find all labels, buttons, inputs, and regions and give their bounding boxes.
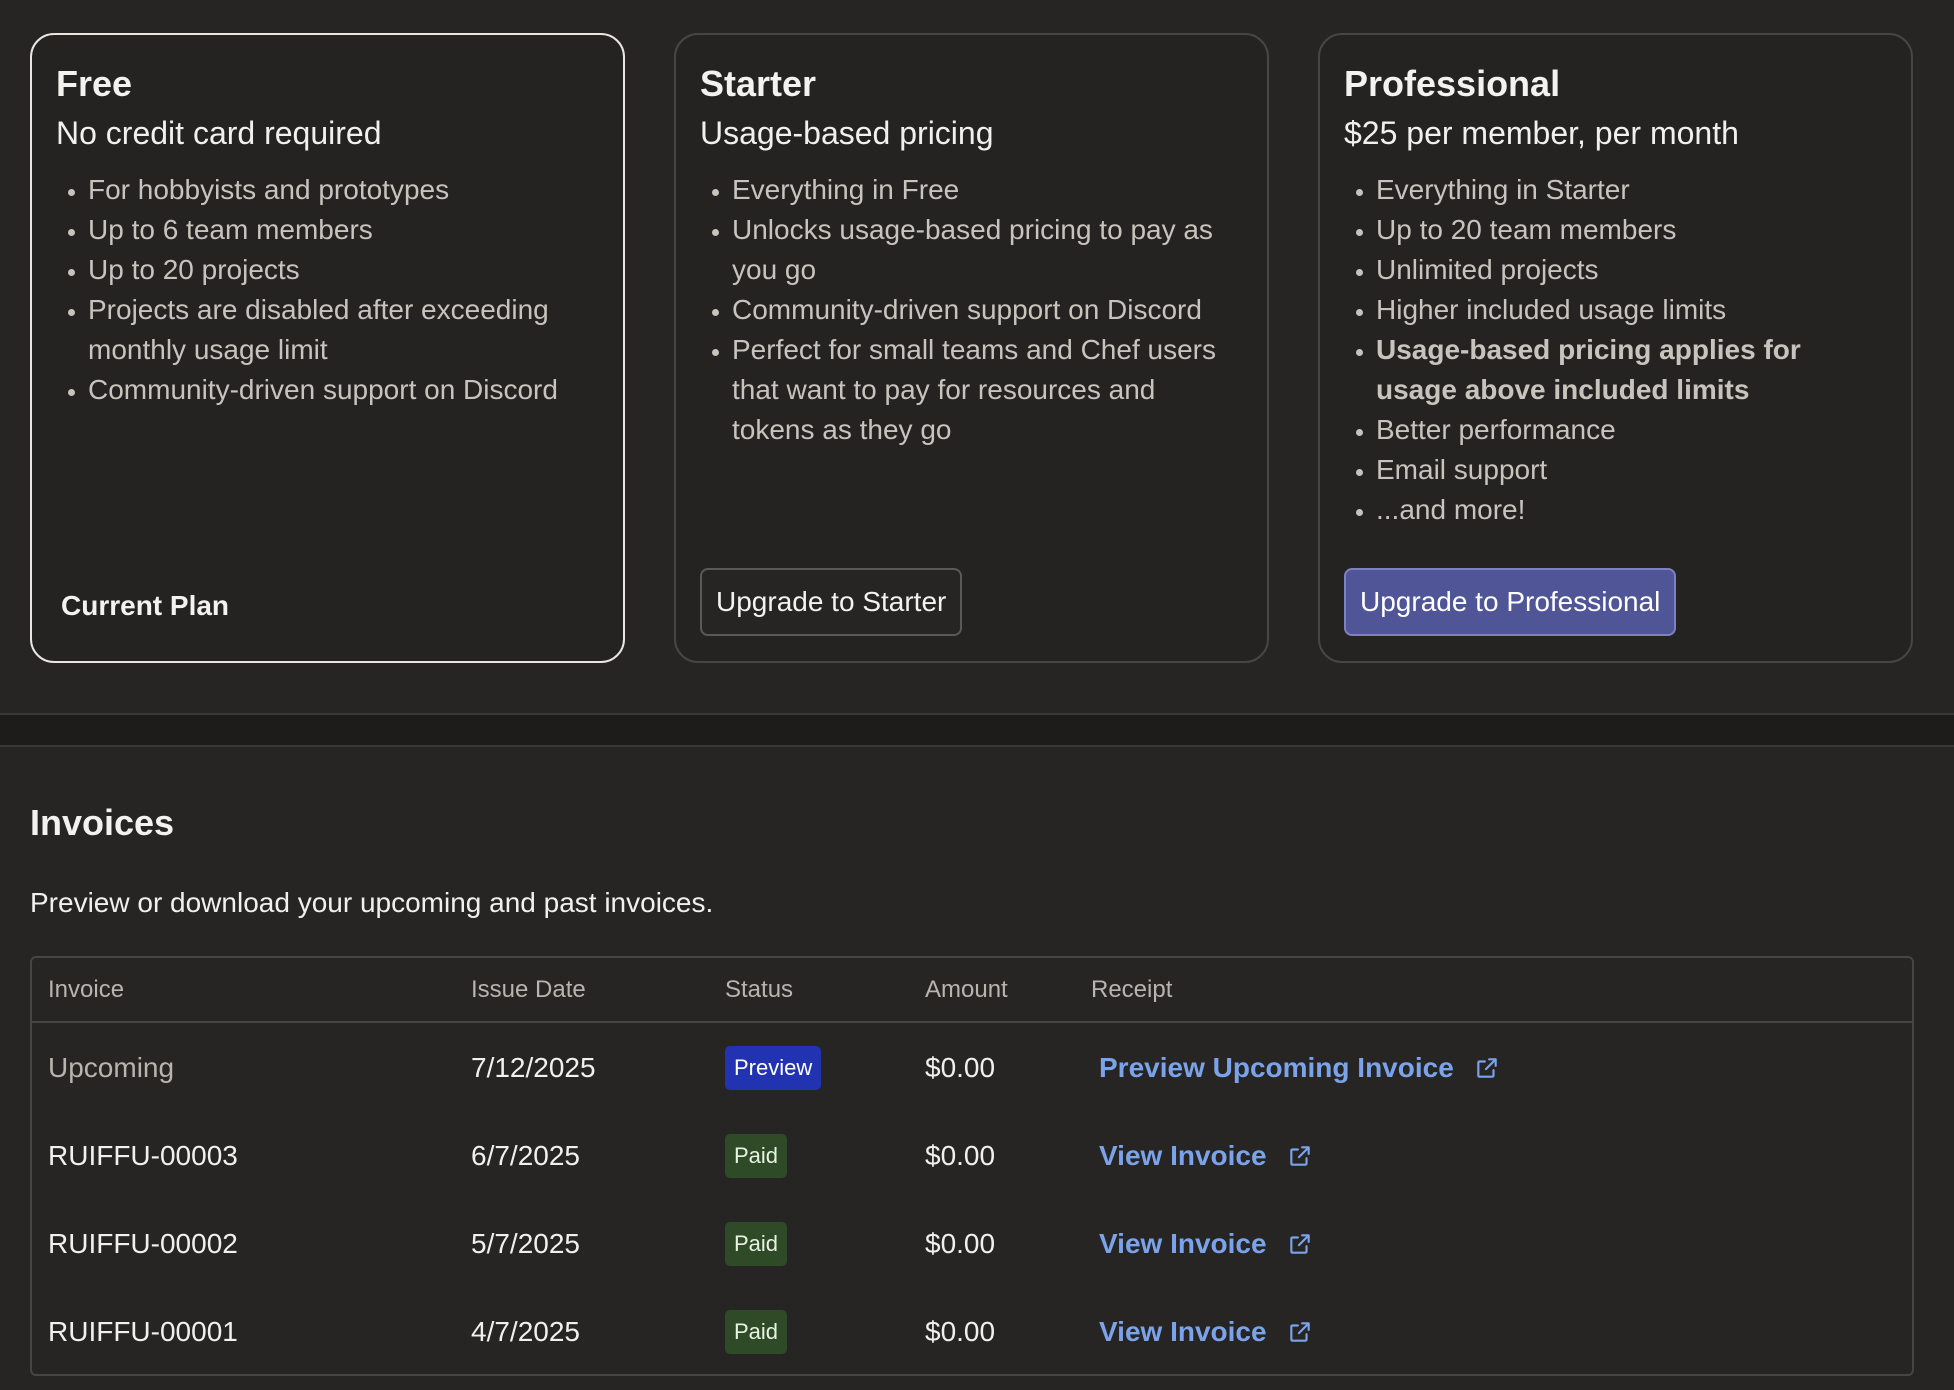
column-header-invoice: Invoice bbox=[32, 958, 455, 1023]
plan-feature: Unlocks usage-based pricing to pay as yo… bbox=[732, 210, 1243, 290]
plans-section: Free No credit card required For hobbyis… bbox=[0, 0, 1954, 713]
external-link-icon bbox=[1289, 1146, 1310, 1166]
plan-name: Free bbox=[56, 63, 133, 104]
table-row: RUIFFU-00002 5/7/2025 Paid $0.00 View In… bbox=[32, 1200, 1912, 1288]
link-label: View Invoice bbox=[1099, 1316, 1267, 1347]
invoices-table: Invoice Issue Date Status Amount Receipt… bbox=[30, 956, 1914, 1376]
column-header-status: Status bbox=[709, 958, 909, 1023]
upgrade-to-professional-button[interactable]: Upgrade to Professional bbox=[1344, 568, 1677, 636]
invoice-id: Upcoming bbox=[48, 1051, 175, 1083]
plan-card-professional: Professional $25 per member, per month E… bbox=[1318, 33, 1913, 663]
plan-feature: Usage-based pricing applies for usage ab… bbox=[1376, 330, 1887, 410]
view-invoice-link[interactable]: View Invoice bbox=[1091, 1316, 1313, 1348]
issue-date: 5/7/2025 bbox=[471, 1228, 580, 1259]
plan-feature: Everything in Free bbox=[732, 170, 1243, 210]
invoices-description: Preview or download your upcoming and pa… bbox=[30, 887, 714, 918]
plan-name: Starter bbox=[700, 63, 817, 104]
plan-feature: Community-driven support on Discord bbox=[88, 370, 599, 410]
plan-feature: Projects are disabled after exceeding mo… bbox=[88, 290, 599, 370]
plan-feature: Everything in Starter bbox=[1376, 170, 1887, 210]
plan-feature: For hobbyists and prototypes bbox=[88, 170, 599, 210]
plan-feature: Up to 6 team members bbox=[88, 210, 599, 250]
amount: $0.00 bbox=[925, 1228, 996, 1259]
upgrade-to-starter-button[interactable]: Upgrade to Starter bbox=[700, 568, 963, 636]
plan-feature: Up to 20 team members bbox=[1376, 210, 1887, 250]
plan-subtitle: Usage-based pricing bbox=[700, 115, 994, 151]
plan-card-free: Free No credit card required For hobbyis… bbox=[30, 33, 625, 663]
table-header-row: Invoice Issue Date Status Amount Receipt bbox=[32, 958, 1912, 1023]
table-row: Upcoming 7/12/2025 Preview $0.00 Preview… bbox=[32, 1022, 1912, 1112]
external-link-icon bbox=[1477, 1057, 1497, 1078]
section-divider bbox=[0, 713, 1954, 747]
amount: $0.00 bbox=[925, 1051, 996, 1083]
column-header-issue-date: Issue Date bbox=[455, 958, 709, 1023]
plan-features: Everything in Free Unlocks usage-based p… bbox=[700, 170, 1243, 450]
amount: $0.00 bbox=[925, 1140, 996, 1171]
table-row: RUIFFU-00003 6/7/2025 Paid $0.00 View In… bbox=[32, 1112, 1912, 1200]
status-badge: Paid bbox=[725, 1134, 788, 1178]
view-invoice-link[interactable]: View Invoice bbox=[1091, 1140, 1313, 1172]
plan-feature: Better performance bbox=[1376, 410, 1887, 450]
invoice-id: RUIFFU-00002 bbox=[48, 1228, 238, 1259]
plan-subtitle: No credit card required bbox=[56, 115, 382, 151]
invoice-id: RUIFFU-00001 bbox=[48, 1316, 238, 1347]
invoices-section: Invoices Preview or download your upcomi… bbox=[0, 747, 1954, 1390]
column-header-amount: Amount bbox=[909, 958, 1075, 1023]
status-badge: Preview bbox=[725, 1045, 822, 1090]
plan-feature: Email support bbox=[1376, 450, 1887, 490]
table-row: RUIFFU-00001 4/7/2025 Paid $0.00 View In… bbox=[32, 1288, 1912, 1374]
status-badge: Paid bbox=[725, 1222, 788, 1266]
plan-card-starter: Starter Usage-based pricing Everything i… bbox=[674, 33, 1269, 663]
plan-name: Professional bbox=[1344, 63, 1561, 104]
plan-feature: Community-driven support on Discord bbox=[732, 290, 1243, 330]
plan-feature: ...and more! bbox=[1376, 490, 1887, 530]
invoice-id: RUIFFU-00003 bbox=[48, 1140, 238, 1171]
current-plan-label: Current Plan bbox=[61, 590, 230, 621]
invoices-title: Invoices bbox=[30, 802, 175, 843]
plan-feature: Higher included usage limits bbox=[1376, 290, 1887, 330]
column-header-receipt: Receipt bbox=[1075, 958, 1912, 1023]
link-label: Preview Upcoming Invoice bbox=[1099, 1051, 1454, 1083]
plan-feature: Unlimited projects bbox=[1376, 250, 1887, 290]
link-label: View Invoice bbox=[1099, 1140, 1267, 1171]
link-label: View Invoice bbox=[1099, 1228, 1267, 1259]
plan-subtitle: $25 per member, per month bbox=[1344, 115, 1739, 151]
plan-feature: Up to 20 projects bbox=[88, 250, 599, 290]
issue-date: 4/7/2025 bbox=[471, 1316, 580, 1347]
amount: $0.00 bbox=[925, 1316, 996, 1347]
plan-features: For hobbyists and prototypes Up to 6 tea… bbox=[56, 170, 599, 410]
preview-upcoming-invoice-link[interactable]: Preview Upcoming Invoice bbox=[1091, 1052, 1500, 1084]
issue-date: 7/12/2025 bbox=[471, 1051, 596, 1083]
plan-feature: Perfect for small teams and Chef users t… bbox=[732, 330, 1243, 450]
view-invoice-link[interactable]: View Invoice bbox=[1091, 1228, 1313, 1260]
issue-date: 6/7/2025 bbox=[471, 1140, 580, 1171]
external-link-icon bbox=[1289, 1234, 1310, 1254]
external-link-icon bbox=[1289, 1322, 1310, 1342]
plan-features: Everything in Starter Up to 20 team memb… bbox=[1344, 170, 1887, 530]
status-badge: Paid bbox=[725, 1310, 788, 1354]
